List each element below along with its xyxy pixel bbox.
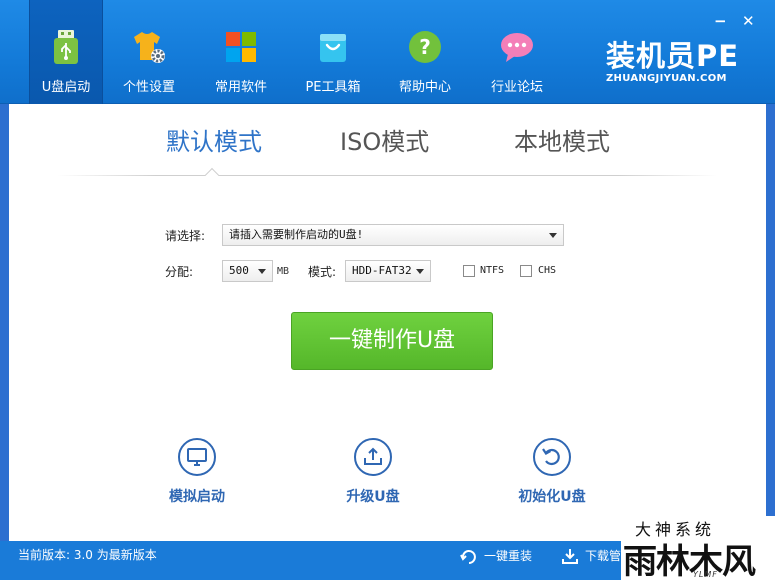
refresh-icon	[460, 549, 476, 564]
mode-tabs: 默认模式 ISO模式 本地模式	[9, 122, 766, 162]
tab-divider	[57, 175, 717, 176]
version-status: 当前版本: 3.0 为最新版本	[18, 548, 157, 562]
ntfs-checkbox[interactable]	[463, 265, 475, 277]
chs-label: CHS	[538, 265, 557, 276]
tab-local-mode[interactable]: 本地模式	[514, 122, 610, 157]
tab-iso-mode[interactable]: ISO模式	[340, 122, 429, 157]
brand-logo: 装机员PE ZHUANGJIYUAN.COM	[606, 40, 739, 84]
nav-item-label: 常用软件	[214, 80, 267, 95]
upload-tray-icon	[354, 438, 392, 476]
nav-item-help[interactable]: ? 帮助中心	[379, 0, 471, 104]
usb-drive-icon	[54, 30, 78, 64]
active-tab-indicator	[204, 167, 220, 183]
nav-item-personalize[interactable]: 个性设置	[103, 0, 195, 104]
svg-text:?: ?	[419, 35, 431, 59]
watermark-sub-text: YLMF	[693, 570, 718, 579]
disk-select-value: 请插入需要制作启动的U盘!	[229, 228, 364, 241]
shopping-bag-icon	[320, 34, 346, 62]
one-click-reinstall-link[interactable]: 一键重装	[460, 547, 532, 564]
watermark: 大神系统 雨林木风 YLMF	[621, 516, 775, 580]
select-disk-label: 请选择:	[165, 229, 206, 243]
download-label: 下载管	[585, 549, 622, 563]
download-icon	[562, 548, 578, 564]
partition-size-value: 500	[229, 264, 249, 277]
monitor-icon	[178, 438, 216, 476]
nav-item-forum[interactable]: 行业论坛	[471, 0, 563, 104]
initialize-usb-button[interactable]: 初始化U盘	[497, 437, 607, 506]
windows-tiles-icon	[226, 32, 256, 62]
tool-label: 初始化U盘	[518, 489, 586, 505]
nav-item-pe-toolbox[interactable]: PE工具箱	[287, 0, 379, 104]
partition-unit: MB	[277, 266, 290, 277]
partition-size-select[interactable]: 500	[222, 260, 273, 282]
nav-item-label: 帮助中心	[398, 80, 451, 95]
nav-item-label: U盘启动	[41, 80, 91, 95]
main-panel: 默认模式 ISO模式 本地模式 请选择: 请插入需要制作启动的U盘! 分配: 5…	[9, 104, 766, 541]
brand-subtitle: ZHUANGJIYUAN.COM	[606, 73, 727, 84]
watermark-logo-text: 雨林木风	[623, 542, 756, 580]
nav-item-label: PE工具箱	[305, 80, 361, 95]
restore-arrow-icon	[533, 438, 571, 476]
chs-checkbox[interactable]	[520, 265, 532, 277]
question-mark-icon: ?	[409, 31, 441, 63]
make-usb-button[interactable]: 一键制作U盘	[291, 312, 493, 370]
mode-label: 模式:	[308, 265, 337, 279]
simulate-boot-button[interactable]: 模拟启动	[142, 437, 252, 506]
chevron-down-icon	[416, 269, 424, 274]
chat-bubble-icon	[501, 33, 533, 62]
chevron-down-icon	[258, 269, 266, 274]
partition-label: 分配:	[165, 265, 194, 279]
ntfs-label: NTFS	[480, 265, 505, 276]
close-button[interactable]: ✕	[742, 12, 755, 30]
nav-item-usb-boot[interactable]: U盘启动	[29, 0, 103, 104]
tab-default-mode[interactable]: 默认模式	[166, 122, 262, 157]
tool-label: 升级U盘	[346, 489, 400, 505]
header-bar: − ✕ U盘启动 个性设置 常用软件 PE工具箱 ? 帮助中心 行业论坛 装机员…	[0, 0, 775, 104]
tool-label: 模拟启动	[169, 489, 225, 505]
nav-item-software[interactable]: 常用软件	[195, 0, 287, 104]
format-mode-select[interactable]: HDD-FAT32	[345, 260, 431, 282]
main-nav: U盘启动 个性设置 常用软件 PE工具箱 ? 帮助中心 行业论坛	[29, 0, 563, 104]
reinstall-label: 一键重装	[484, 549, 533, 563]
download-link[interactable]: 下载管	[561, 547, 621, 564]
nav-item-label: 行业论坛	[490, 80, 543, 95]
minimize-button[interactable]: −	[714, 12, 727, 30]
upgrade-usb-button[interactable]: 升级U盘	[318, 437, 428, 506]
brand-title: 装机员PE	[606, 39, 740, 73]
chevron-down-icon	[549, 233, 557, 238]
disk-select[interactable]: 请插入需要制作启动的U盘!	[222, 224, 564, 246]
nav-item-label: 个性设置	[122, 80, 175, 95]
tshirt-gear-icon	[134, 32, 165, 63]
format-mode-value: HDD-FAT32	[352, 264, 412, 277]
